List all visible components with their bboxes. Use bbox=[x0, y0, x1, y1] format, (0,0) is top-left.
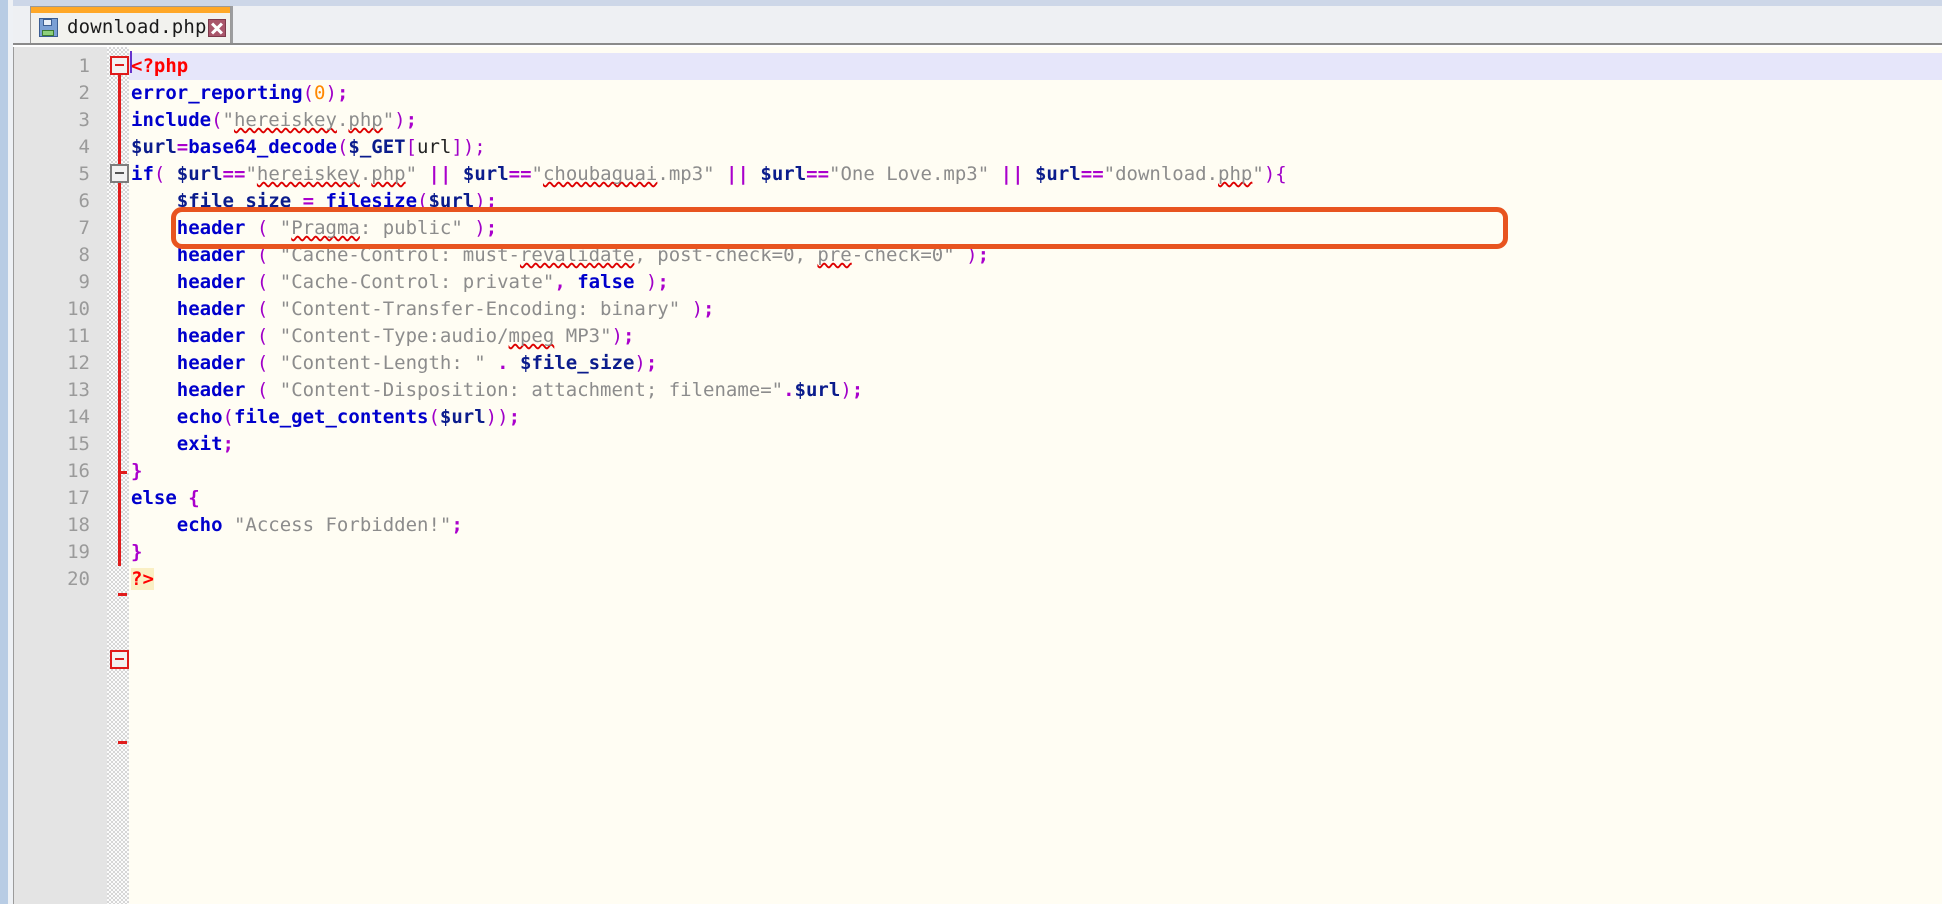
line-number: 18 bbox=[67, 514, 90, 536]
code-line-16[interactable]: } bbox=[129, 458, 142, 485]
close-icon[interactable] bbox=[207, 18, 226, 37]
code-line-4[interactable]: $url=base64_decode($_GET[url]); bbox=[129, 134, 486, 161]
line-number: 19 bbox=[67, 541, 90, 563]
line-number: 17 bbox=[67, 487, 90, 509]
code-line-1[interactable]: <?php bbox=[129, 53, 188, 80]
line-number: 3 bbox=[78, 109, 90, 131]
tab-bar-top-accent bbox=[13, 0, 1942, 6]
code-line-10[interactable]: header ( "Content-Transfer-Encoding: bin… bbox=[129, 296, 715, 323]
code-line-12[interactable]: header ( "Content-Length: " . $file_size… bbox=[129, 350, 658, 377]
line-number: 14 bbox=[67, 406, 90, 428]
code-line-6[interactable]: $file_size = filesize($url); bbox=[129, 188, 497, 215]
fold-toggle-line-5[interactable] bbox=[110, 164, 129, 183]
line-number: 16 bbox=[67, 460, 90, 482]
line-number: 9 bbox=[78, 271, 90, 293]
line-number: 20 bbox=[67, 568, 90, 590]
tab-bar: download.php bbox=[13, 0, 1942, 45]
line-number: 1 bbox=[78, 55, 90, 77]
code-line-15[interactable]: exit; bbox=[129, 431, 234, 458]
floppy-disk-icon bbox=[39, 17, 58, 37]
line-number: 2 bbox=[78, 82, 90, 104]
line-number: 5 bbox=[78, 163, 90, 185]
code-line-17[interactable]: else { bbox=[129, 485, 200, 512]
line-number: 12 bbox=[67, 352, 90, 374]
code-line-13[interactable]: header ( "Content-Disposition: attachmen… bbox=[129, 377, 863, 404]
code-line-20[interactable]: ?> bbox=[129, 566, 154, 593]
line-number: 11 bbox=[67, 325, 90, 347]
fold-end-line-19 bbox=[118, 741, 127, 744]
code-line-3[interactable]: include("hereiskey.php"); bbox=[129, 107, 417, 134]
code-line-19[interactable]: } bbox=[129, 539, 142, 566]
code-line-2[interactable]: error_reporting(0); bbox=[129, 80, 348, 107]
line-number: 8 bbox=[78, 244, 90, 266]
line-number: 7 bbox=[78, 217, 90, 239]
code-editor-window: download.php 1 2 3 4 5 6 7 8 9 10 11 12 … bbox=[0, 0, 1942, 904]
line-number: 13 bbox=[67, 379, 90, 401]
code-line-18[interactable]: echo "Access Forbidden!"; bbox=[129, 512, 463, 539]
tab-download-php[interactable]: download.php bbox=[30, 6, 231, 43]
fold-end-line-16 bbox=[118, 471, 127, 474]
tab-active-indicator bbox=[31, 7, 230, 13]
code-line-8[interactable]: header ( "Cache-Control: must-revalidate… bbox=[129, 242, 989, 269]
code-line-9[interactable]: header ( "Cache-Control: private", false… bbox=[129, 269, 669, 296]
window-left-edge bbox=[0, 0, 8, 904]
line-number: 4 bbox=[78, 136, 90, 158]
line-number: 6 bbox=[78, 190, 90, 212]
fold-toggle-line-17[interactable] bbox=[110, 650, 129, 669]
current-line-highlight bbox=[129, 53, 1942, 80]
fold-end-line-20 bbox=[118, 593, 127, 596]
code-line-7[interactable]: header ( "Pragma: public" ); bbox=[129, 215, 497, 242]
fold-toggle-line-1[interactable] bbox=[110, 56, 129, 75]
code-line-5[interactable]: if( $url=="hereiskey.php" || $url=="chou… bbox=[129, 161, 1287, 188]
line-number: 10 bbox=[67, 298, 90, 320]
code-editor[interactable]: 1 2 3 4 5 6 7 8 9 10 11 12 13 14 15 16 1… bbox=[13, 47, 1942, 904]
fold-spine-outer bbox=[118, 71, 121, 566]
tab-title-label: download.php bbox=[67, 16, 207, 38]
line-number: 15 bbox=[67, 433, 90, 455]
code-line-14[interactable]: echo(file_get_contents($url)); bbox=[129, 404, 520, 431]
code-line-11[interactable]: header ( "Content-Type:audio/mpeg MP3"); bbox=[129, 323, 635, 350]
